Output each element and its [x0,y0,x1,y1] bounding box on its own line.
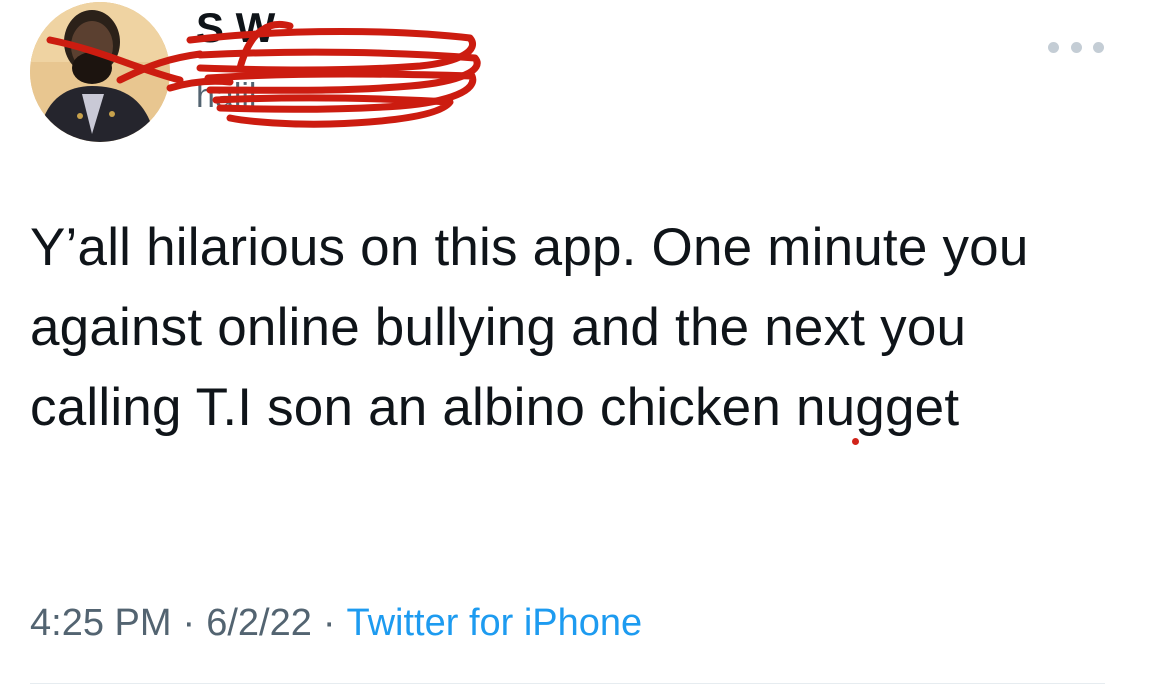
tweet-date[interactable]: 6/2/22 [206,602,312,644]
avatar[interactable] [30,2,170,142]
tweet-source-link[interactable]: Twitter for iPhone [347,602,643,644]
meta-separator: · [182,602,196,644]
author-handle[interactable]: halil [196,76,256,116]
more-horizontal-icon [1093,41,1104,53]
more-horizontal-icon [1070,41,1082,53]
author-name[interactable]: S W [196,4,275,52]
more-button[interactable] [1048,32,1104,62]
tweet-time[interactable]: 4:25 PM [30,602,172,644]
more-horizontal-icon [1048,41,1059,53]
tweet-text: Y’all hilarious on this app. One minute … [30,218,1029,437]
tweet-meta: 4:25 PM · 6/2/22 · Twitter for iPhone [30,598,642,648]
meta-separator: · [322,602,336,644]
tweet: S W halil Y’all hilarious on this app. O… [0,0,1151,698]
avatar-photo [30,2,170,142]
red-mark [852,438,859,445]
divider [30,683,1105,684]
